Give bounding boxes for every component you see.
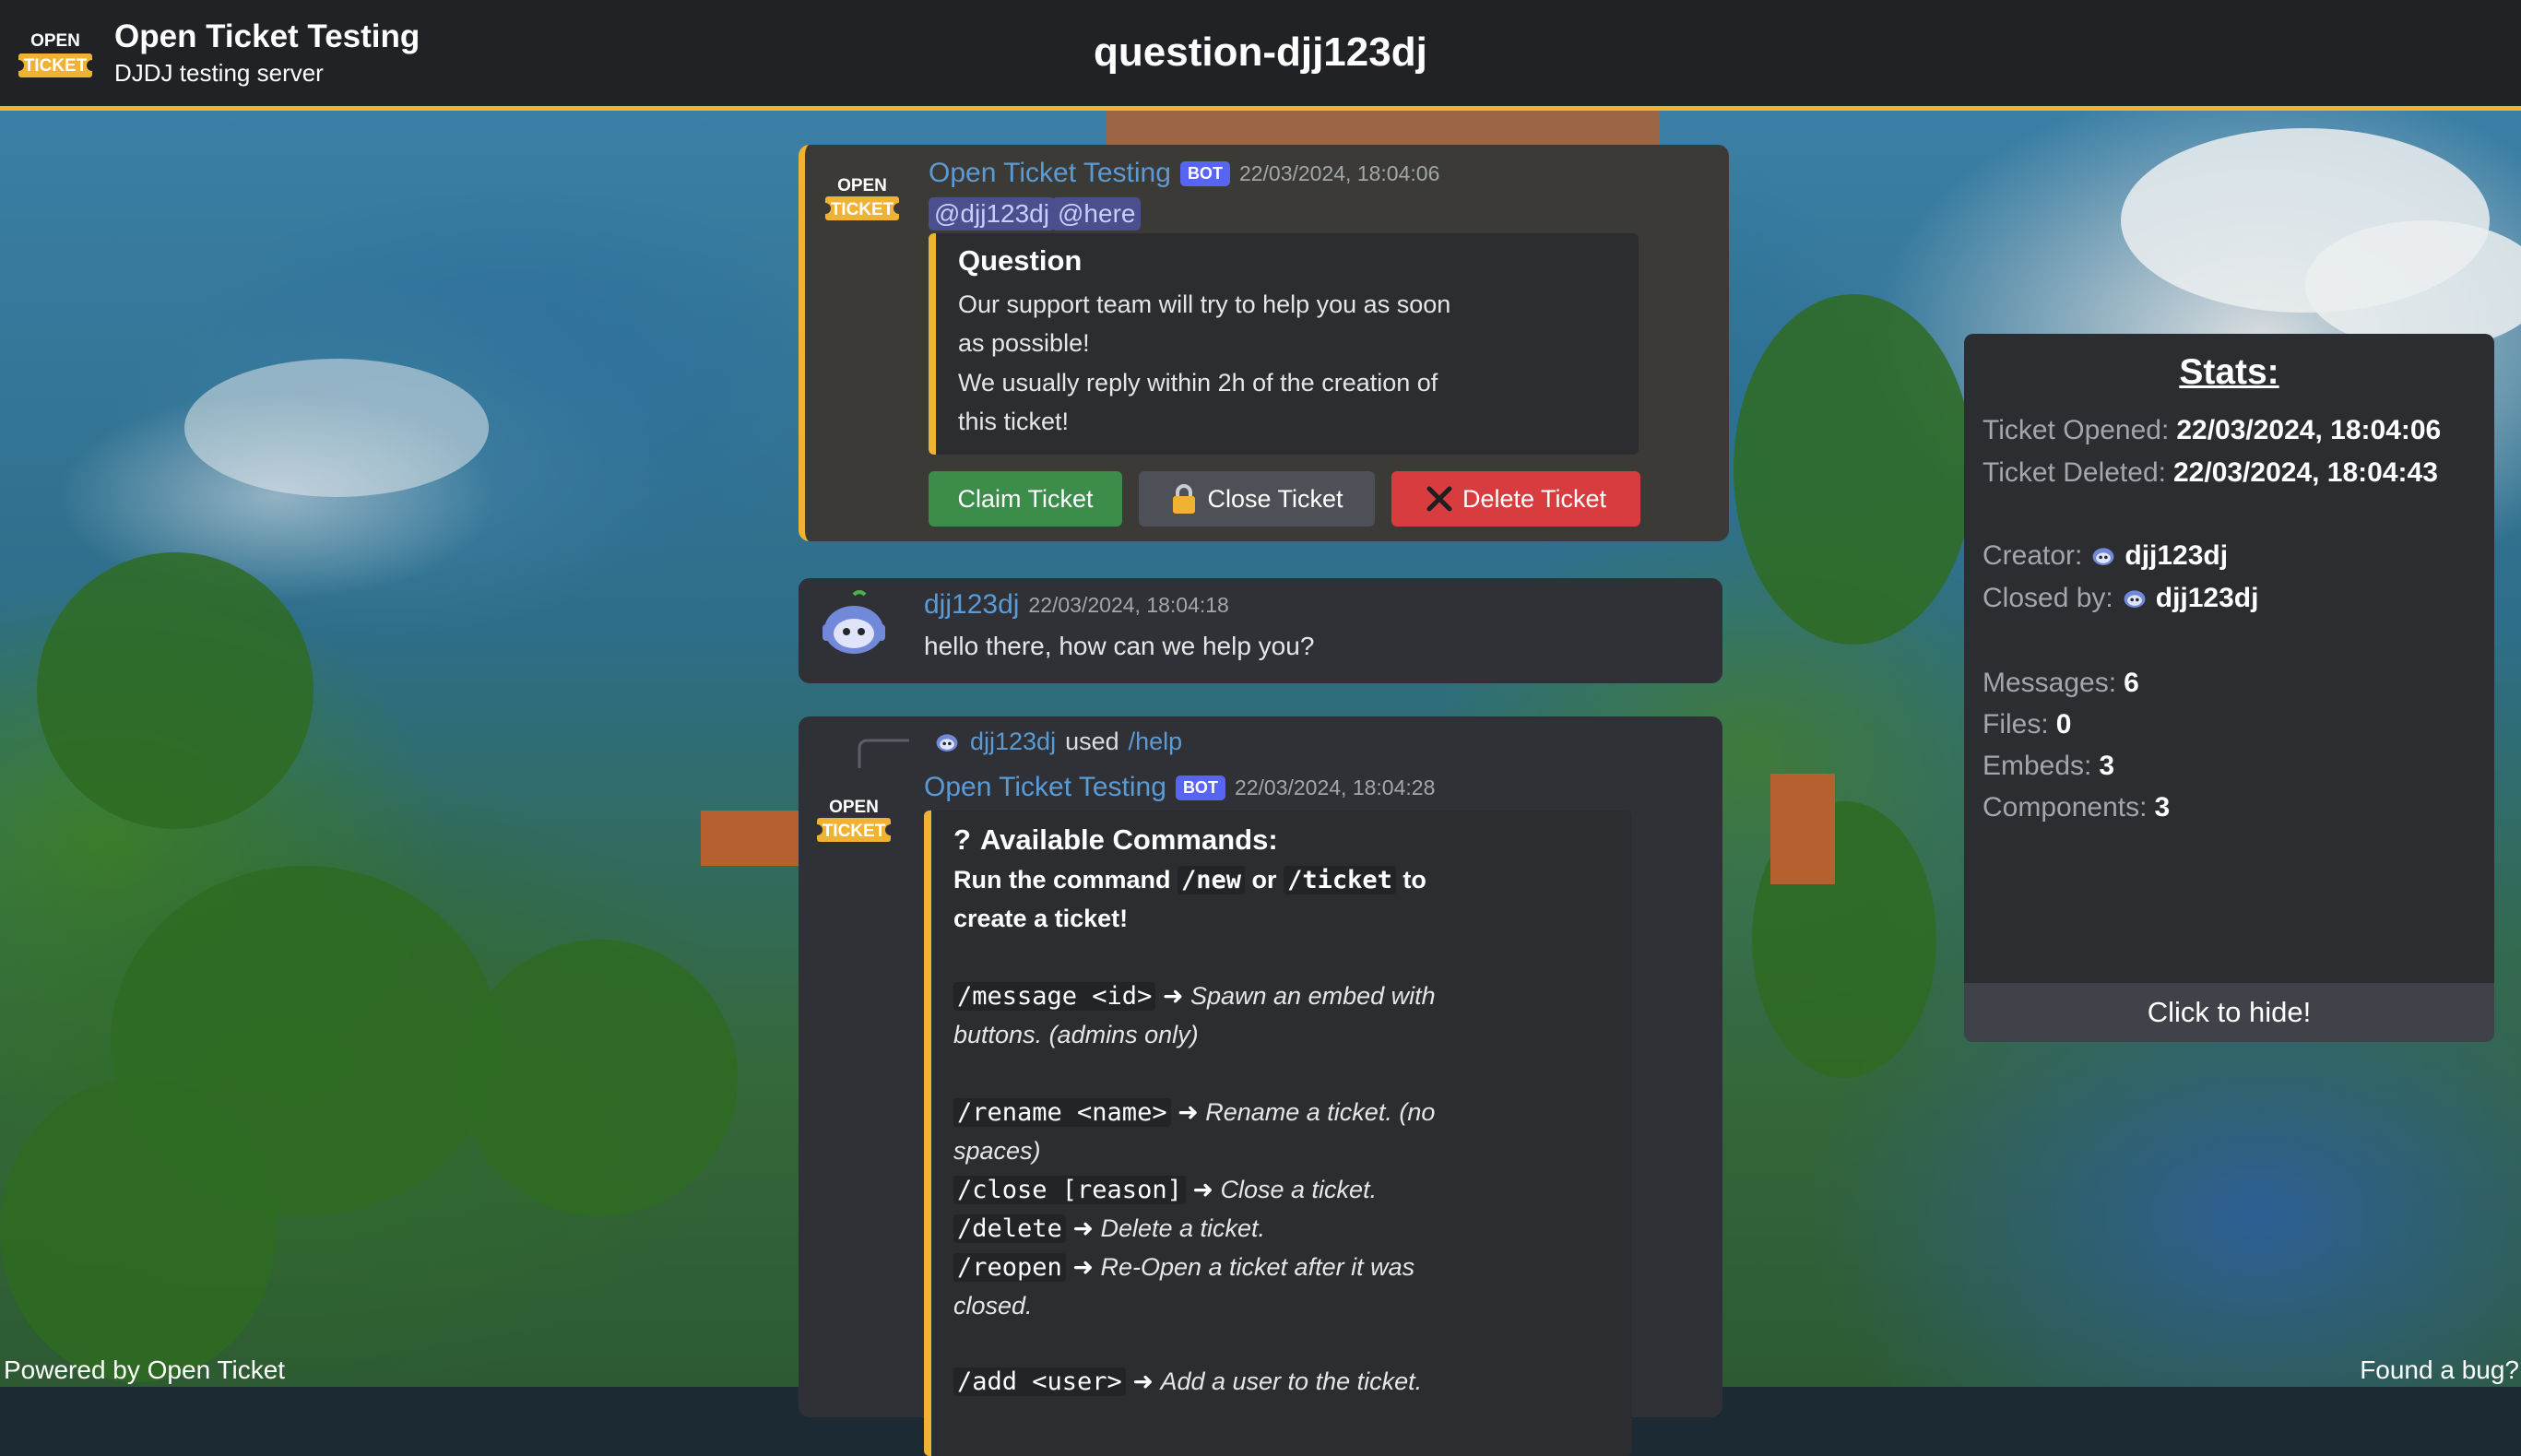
- server-name: Open Ticket Testing: [114, 18, 420, 54]
- svg-text:TICKET: TICKET: [823, 822, 886, 841]
- embed-question: Question Our support team will try to he…: [929, 233, 1639, 455]
- timestamp: 22/03/2024, 18:04:06: [1238, 160, 1440, 185]
- powered-by-link[interactable]: Powered by Open Ticket: [4, 1355, 285, 1385]
- message-header: djj123dj 22/03/2024, 18:04:18: [924, 589, 1229, 621]
- svg-text:TICKET: TICKET: [24, 56, 88, 76]
- stats-title: Stats:: [2179, 352, 2279, 392]
- embed-intro: Run the command /new or /ticket to: [953, 866, 1426, 894]
- delete-ticket-label: Delete Ticket: [1462, 484, 1607, 513]
- channel-title: question-djj123dj: [1094, 30, 1427, 75]
- command-row: /message <id> ➜ Spawn an embed with: [953, 982, 1436, 1011]
- user-avatar-small: [2124, 590, 2146, 608]
- embed-commands: ? Available Commands: Run the command /ne…: [924, 811, 1632, 1456]
- reply-user[interactable]: djj123dj: [970, 728, 1056, 756]
- timestamp: 22/03/2024, 18:04:28: [1234, 775, 1436, 799]
- close-ticket-label: Close Ticket: [1207, 484, 1343, 513]
- svg-text:OPEN: OPEN: [30, 31, 80, 51]
- claim-ticket-button[interactable]: Claim Ticket: [929, 471, 1122, 527]
- stat-ticket-deleted: Ticket Deleted: 22/03/2024, 18:04:43: [1982, 457, 2438, 488]
- user-avatar: [823, 590, 885, 654]
- embed-title: ? Available Commands:: [953, 823, 1278, 856]
- message-header: Open Ticket Testing BOT 22/03/2024, 18:0…: [924, 772, 1435, 803]
- command-ticket: /ticket: [1284, 866, 1396, 894]
- author-name[interactable]: Open Ticket Testing: [924, 772, 1166, 803]
- close-ticket-button[interactable]: Close Ticket: [1139, 471, 1375, 527]
- stat-files: Files: 0: [1982, 709, 2072, 740]
- message-header: Open Ticket Testing BOT 22/03/2024, 18:0…: [929, 158, 1439, 189]
- bot-badge: BOT: [1175, 775, 1225, 800]
- embed-intro-line2: create a ticket!: [953, 905, 1129, 932]
- author-name[interactable]: Open Ticket Testing: [929, 158, 1171, 189]
- accent-divider: [0, 106, 2521, 111]
- hide-stats-button[interactable]: Click to hide!: [1964, 983, 2494, 1042]
- command-row: /delete ➜ Delete a ticket.: [953, 1214, 1265, 1243]
- bot-avatar: OPEN TICKET: [823, 176, 901, 220]
- svg-text:TICKET: TICKET: [831, 200, 894, 219]
- author-name[interactable]: djj123dj: [924, 589, 1019, 621]
- timestamp: 22/03/2024, 18:04:18: [1028, 592, 1229, 617]
- stat-messages: Messages: 6: [1982, 668, 2139, 698]
- command-row: /reopen ➜ Re-Open a ticket after it was: [953, 1253, 1414, 1282]
- message-user: djj123dj 22/03/2024, 18:04:18 hello ther…: [799, 578, 1722, 683]
- mention-here[interactable]: @here: [1052, 197, 1142, 231]
- user-avatar-small: [936, 733, 958, 752]
- server-subtitle: DJDJ testing server: [114, 59, 324, 87]
- embed-line: We usually reply within 2h of the creati…: [958, 369, 1438, 397]
- svg-text:OPEN: OPEN: [837, 176, 887, 195]
- svg-text:OPEN: OPEN: [829, 798, 879, 817]
- mention-user[interactable]: @djj123dj: [929, 197, 1055, 231]
- command-new: /new: [1178, 866, 1246, 894]
- open-ticket-logo: OPEN TICKET: [17, 31, 94, 77]
- embed-title: Question: [958, 244, 1083, 277]
- bot-badge: BOT: [1179, 160, 1230, 186]
- x-icon: [1426, 486, 1452, 512]
- command-desc-cont: buttons. (admins only): [953, 1021, 1199, 1048]
- stat-creator: Creator: djj123dj: [1982, 540, 2229, 571]
- command-row: /add <user> ➜ Add a user to the ticket.: [953, 1367, 1422, 1396]
- message-ticket-opened: OPEN TICKET Open Ticket Testing BOT 22/0…: [799, 145, 1729, 541]
- lock-icon: [1173, 484, 1196, 514]
- reply-verb: used: [1065, 728, 1119, 755]
- bot-avatar: OPEN TICKET: [815, 798, 893, 842]
- report-bug-link[interactable]: Found a bug?: [2360, 1355, 2519, 1385]
- stats-panel: Stats: Ticket Opened: 22/03/2024, 18:04:0…: [1964, 334, 2494, 1042]
- message-help-response: djj123dj used /help OPEN TICKET Open Tic…: [799, 716, 1722, 1456]
- top-bar: OPEN TICKET Open Ticket Testing DJDJ tes…: [0, 0, 2521, 106]
- user-avatar-small: [2092, 548, 2114, 565]
- command-row: /rename <name> ➜ Rename a ticket. (no: [953, 1098, 1435, 1127]
- command-desc-cont: closed.: [953, 1292, 1033, 1320]
- stat-embeds: Embeds: 3: [1982, 751, 2115, 781]
- stat-components: Components: 3: [1982, 792, 2171, 823]
- reply-command[interactable]: /help: [1129, 728, 1183, 756]
- embed-line: Our support team will try to help you as…: [958, 290, 1451, 318]
- stat-ticket-opened: Ticket Opened: 22/03/2024, 18:04:06: [1982, 415, 2442, 445]
- embed-line: this ticket!: [958, 408, 1070, 435]
- command-desc-cont: spaces): [953, 1137, 1041, 1165]
- reply-connector: [858, 739, 909, 768]
- delete-ticket-button[interactable]: Delete Ticket: [1391, 471, 1640, 527]
- stat-closed-by: Closed by: djj123dj: [1982, 583, 2259, 613]
- message-text: hello there, how can we help you?: [924, 632, 1315, 660]
- claim-ticket-label: Claim Ticket: [957, 484, 1094, 513]
- reply-reference[interactable]: djj123dj used /help: [933, 728, 1182, 756]
- command-row: /close [reason] ➜ Close a ticket.: [953, 1176, 1377, 1204]
- question-icon: ?: [953, 823, 971, 856]
- embed-line: as possible!: [958, 329, 1090, 357]
